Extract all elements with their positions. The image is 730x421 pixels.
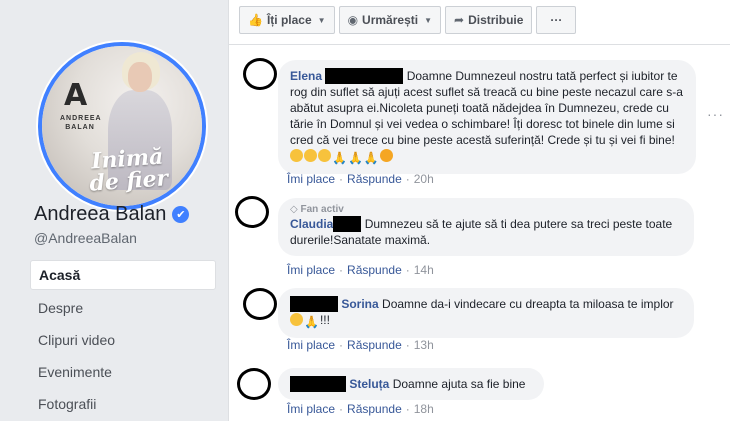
page-action-bar: 👍 Îți place ▼ ◉ Urmărești ▼ ➦ Distribuie…	[239, 6, 577, 34]
comment-like-link[interactable]: Îmi place	[287, 338, 335, 352]
comment-reply-link[interactable]: Răspunde	[347, 338, 402, 352]
avatar[interactable]	[243, 288, 277, 320]
share-button[interactable]: ➦ Distribuie	[445, 6, 533, 34]
page-nav: Acasă Despre Clipuri video Evenimente Fo…	[30, 260, 216, 420]
like-page-label: Îți place	[266, 13, 312, 27]
praying-hands-icon: 🙏	[363, 151, 379, 165]
more-options-icon: ···	[550, 13, 563, 27]
comment-author[interactable]: Elena	[290, 69, 322, 83]
nav-item-about[interactable]: Despre	[30, 292, 216, 324]
emoji-kiss-icon	[379, 149, 393, 162]
comment-author[interactable]: Claudia	[290, 217, 333, 231]
diamond-icon: ◇	[290, 204, 298, 215]
emoji-sad-face-icon	[290, 313, 303, 326]
comment-reply-link[interactable]: Răspunde	[347, 172, 402, 186]
comment-timestamp[interactable]: 13h	[414, 338, 434, 352]
page-username[interactable]: @AndreeaBalan	[34, 230, 137, 246]
praying-hands-icon: 🙏	[332, 151, 347, 165]
emoji-face-icon	[290, 149, 303, 162]
chevron-down-icon: ▼	[317, 15, 326, 25]
logo-name-line2: BALAN	[65, 124, 95, 131]
album-cover-image: A ANDREEA BALAN Inimă de fier	[42, 46, 202, 206]
comment-like-link[interactable]: Îmi place	[287, 263, 335, 277]
emoji-face-icon	[304, 149, 317, 162]
redacted-name	[333, 216, 362, 232]
comment-text: Dumnezeu să te ajute să ti dea putere sa…	[364, 217, 643, 231]
profile-picture[interactable]: A ANDREEA BALAN Inimă de fier	[36, 40, 208, 212]
follow-button[interactable]: ◉ Urmărești ▼	[338, 6, 441, 34]
redacted-name	[325, 68, 404, 84]
praying-hands-icon: 🙏	[347, 151, 363, 165]
avatar[interactable]	[235, 196, 269, 228]
comment-bubble: Sorina Doamne da-i vindecare cu dreapta …	[278, 288, 694, 338]
comment-options-icon[interactable]: ···	[707, 106, 724, 122]
nav-item-videos[interactable]: Clipuri video	[30, 324, 216, 356]
album-title-line2: de fier	[88, 165, 169, 197]
avatar[interactable]	[243, 58, 277, 90]
comment-like-link[interactable]: Îmi place	[287, 402, 335, 416]
comment-timestamp[interactable]: 18h	[414, 402, 434, 416]
artist-logo-name: ANDREEA BALAN	[60, 114, 102, 132]
more-options-button[interactable]: ···	[536, 6, 577, 34]
comment-reply-link[interactable]: Răspunde	[347, 263, 402, 277]
emoji-face-icon	[318, 149, 331, 162]
comment-bubble: Elena Doamne Dumnezeul nostru tată perfe…	[278, 60, 696, 174]
verified-badge-icon: ✔	[172, 206, 190, 223]
share-label: Distribuie	[468, 13, 524, 27]
praying-hands-icon: 🙏	[304, 315, 319, 329]
comment-like-link[interactable]: Îmi place	[287, 172, 335, 186]
page-sidebar: A ANDREEA BALAN Inimă de fier Andreea Ba…	[0, 0, 228, 421]
follow-label: Urmărești	[362, 13, 419, 27]
comment-actions: Îmi place · Răspunde · 20h	[287, 172, 434, 186]
comment-actions: Îmi place · Răspunde · 18h	[287, 402, 434, 416]
album-title: Inimă de fier	[81, 144, 176, 197]
divider	[229, 44, 730, 45]
share-arrow-icon: ➦	[454, 13, 465, 27]
nav-item-home[interactable]: Acasă	[30, 260, 216, 290]
comment-text-end: !!!	[319, 313, 330, 327]
thumbs-up-icon: 👍	[248, 13, 263, 27]
page-name-text[interactable]: Andreea Balan	[34, 203, 166, 226]
like-page-button[interactable]: 👍 Îți place ▼	[239, 6, 335, 34]
comment-reply-link[interactable]: Răspunde	[347, 402, 402, 416]
redacted-name	[290, 376, 346, 392]
fan-badge: ◇ Fan activ	[290, 204, 682, 216]
nav-item-photos[interactable]: Fotografii	[30, 388, 216, 420]
comment-timestamp[interactable]: 20h	[414, 172, 434, 186]
avatar[interactable]	[237, 368, 271, 400]
comment-text: Doamne da-i vindecare cu dreapta ta milo…	[382, 297, 638, 311]
comment-actions: Îmi place · Răspunde · 13h	[287, 338, 434, 352]
logo-name-line1: ANDREEA	[60, 115, 102, 122]
comment-bubble: Steluța Doamne ajuta sa fie bine	[278, 368, 544, 400]
comment-timestamp[interactable]: 14h	[414, 263, 434, 277]
comment-author[interactable]: Sorina	[341, 297, 378, 311]
redacted-name	[290, 296, 338, 312]
comment-text: Doamne Dumnezeul nostru tată perfect și	[406, 69, 629, 83]
comment-author[interactable]: Steluța	[349, 377, 389, 391]
rss-icon: ◉	[347, 13, 359, 27]
emoji-row: 🙏🙏🙏	[290, 149, 394, 165]
chevron-down-icon: ▼	[424, 15, 432, 25]
artist-logo-letter: A	[64, 78, 87, 113]
comment-text: Doamne ajuta sa fie bine	[392, 377, 526, 391]
comment-text-continued: implor	[640, 297, 674, 311]
nav-item-events[interactable]: Evenimente	[30, 356, 216, 388]
profile-picture-ring: A ANDREEA BALAN Inimă de fier	[38, 42, 206, 210]
post-panel: 👍 Îți place ▼ ◉ Urmărești ▼ ➦ Distribuie…	[228, 0, 730, 421]
fan-badge-label: Fan activ	[300, 204, 344, 215]
page-title[interactable]: Andreea Balan ✔	[34, 203, 190, 226]
comment-bubble: ◇ Fan activ Claudia Dumnezeu să te ajute…	[278, 198, 694, 256]
comment-actions: Îmi place · Răspunde · 14h	[287, 263, 434, 277]
